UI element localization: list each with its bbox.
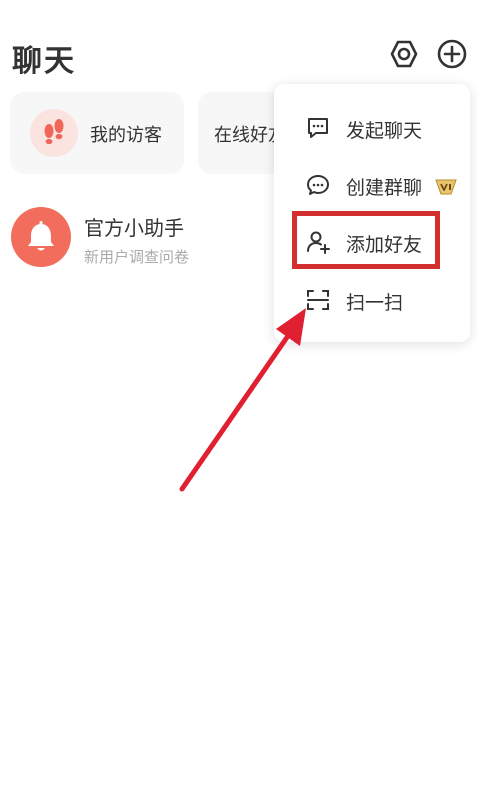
menu-item-scan[interactable]: 扫一扫 <box>274 272 470 328</box>
bell-icon <box>11 207 71 267</box>
menu-item-label: 扫一扫 <box>346 292 404 314</box>
scan-icon <box>304 286 332 314</box>
settings-icon[interactable] <box>388 38 420 70</box>
vip-badge-icon <box>434 176 458 196</box>
group-chat-icon <box>304 171 332 199</box>
chat-name: 官方小助手 <box>84 216 184 240</box>
add-icon[interactable] <box>436 38 468 70</box>
menu-item-label: 发起聊天 <box>346 120 423 142</box>
menu-item-create-group[interactable]: 创建群聊 <box>274 157 470 213</box>
my-visitors-label: 我的访客 <box>90 125 162 146</box>
page-title: 聊天 <box>12 44 76 79</box>
chat-bubble-icon <box>304 114 332 142</box>
menu-item-label: 创建群聊 <box>346 177 423 199</box>
chat-preview: 新用户调查问卷 <box>84 248 190 266</box>
menu-item-start-chat[interactable]: 发起聊天 <box>274 100 470 156</box>
footprints-icon <box>30 109 78 157</box>
highlight-box <box>292 211 440 269</box>
my-visitors-card[interactable]: 我的访客 <box>10 92 184 174</box>
